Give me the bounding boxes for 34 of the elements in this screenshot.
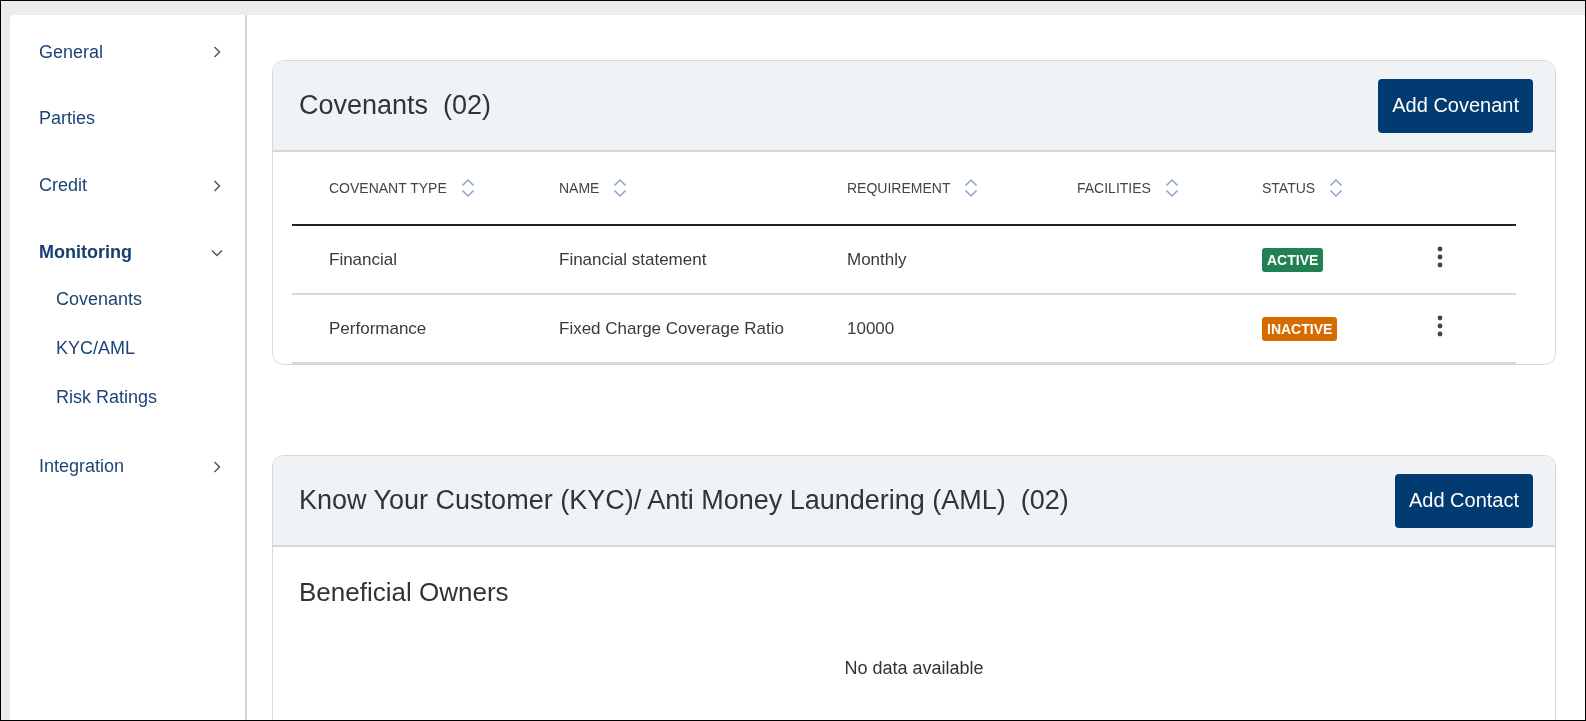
empty-message: No data available <box>843 658 985 679</box>
sort-icon[interactable] <box>613 178 628 198</box>
status-badge: INACTIVE <box>1262 316 1338 341</box>
column-header: COVENANT TYPE <box>329 180 447 196</box>
column-header: STATUS <box>1262 180 1316 196</box>
nav-item[interactable]: Monitoring <box>10 219 245 286</box>
nav-item[interactable]: Parties <box>10 85 245 152</box>
column-header: REQUIREMENT <box>847 180 951 196</box>
table-cell-text: Performance <box>329 318 428 339</box>
sort-icon[interactable] <box>1329 178 1344 198</box>
sort-icon[interactable] <box>460 178 475 198</box>
section-title: Beneficial Owners <box>299 577 510 608</box>
sort-icon[interactable] <box>1164 178 1179 198</box>
nav-item[interactable]: Credit <box>10 152 245 219</box>
sort-icon[interactable] <box>964 178 979 198</box>
nav-item[interactable]: Integration <box>10 433 245 500</box>
nav-subitem[interactable]: KYC/AML <box>10 335 245 384</box>
more-options-icon[interactable] <box>1437 315 1443 337</box>
nav-subitem[interactable]: Covenants <box>10 286 245 335</box>
table-cell-text: Financial <box>329 249 399 270</box>
card-title: Know Your Customer (KYC)/ Anti Money Laundering (AML) (02) <box>299 485 1069 516</box>
table-cell-text: Fixed Charge Coverage Ratio <box>559 318 785 339</box>
more-options-icon[interactable] <box>1437 246 1443 268</box>
status-badge: ACTIVE <box>1262 247 1324 272</box>
column-header: NAME <box>559 180 600 196</box>
card-title: Covenants (02) <box>299 90 492 121</box>
nav-item[interactable]: General <box>10 37 245 67</box>
table-cell-text: Monthly <box>847 249 908 270</box>
add-contact-button[interactable]: Add Contact <box>1394 473 1533 528</box>
column-header: FACILITIES <box>1077 180 1151 196</box>
table-cell-text: Financial statement <box>559 249 708 270</box>
add-covenant-button[interactable]: Add Covenant <box>1378 78 1533 133</box>
nav-subitem[interactable]: Risk Ratings <box>10 384 245 433</box>
table-cell-text: 10000 <box>847 318 896 339</box>
